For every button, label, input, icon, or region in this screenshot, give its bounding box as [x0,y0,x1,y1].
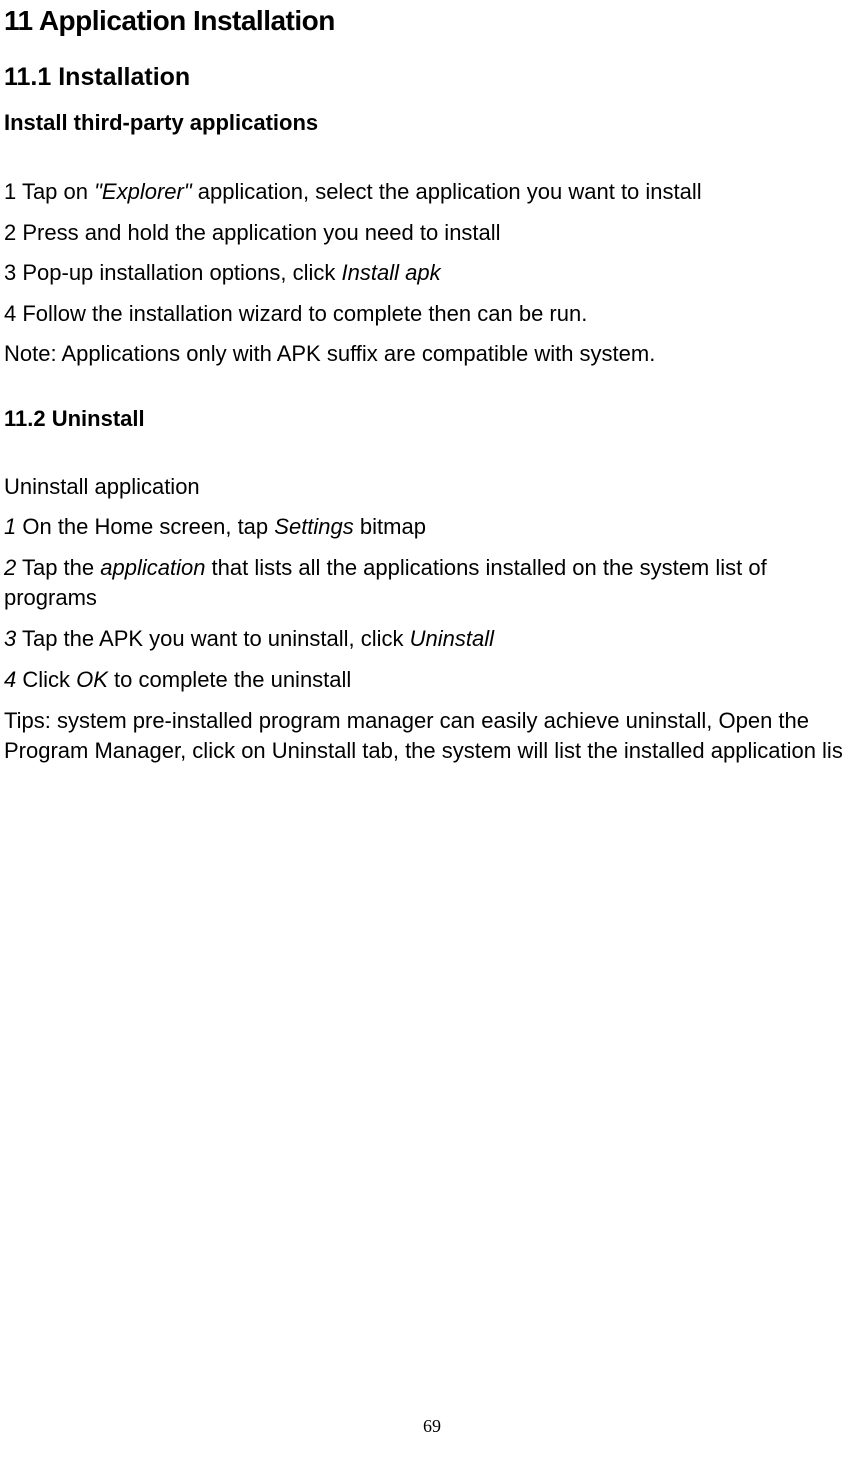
italic-text: "Explorer" [94,179,192,204]
text: 3 Pop-up installation options, click [4,260,342,285]
subsection-subtitle: Install third-party applications [4,110,860,136]
text: application, select the application you … [192,179,702,204]
uninstall-step-3: 3 Tap the APK you want to uninstall, cli… [4,625,860,653]
italic-text: application [100,555,205,580]
italic-text: Settings [274,514,354,539]
uninstall-tips: Tips: system pre-installed program manag… [4,706,860,765]
italic-text: OK [76,667,108,692]
text: bitmap [354,514,426,539]
document-page: 11 Application Installation 11.1 Install… [0,0,860,766]
text: On the Home screen, tap [16,514,274,539]
install-step-3: 3 Pop-up installation options, click Ins… [4,259,860,287]
section-heading: 11 Application Installation [4,5,860,37]
step-number: 3 [4,626,16,651]
text: Tap the APK you want to uninstall, click [16,626,409,651]
text: to complete the uninstall [108,667,351,692]
step-number: 4 [4,667,16,692]
text: 1 Tap on [4,179,94,204]
install-step-4: 4 Follow the installation wizard to comp… [4,300,860,328]
page-number: 69 [0,1416,864,1437]
install-step-1: 1 Tap on "Explorer" application, select … [4,178,860,206]
uninstall-step-1: 1 On the Home screen, tap Settings bitma… [4,513,860,541]
text: Click [16,667,76,692]
install-note: Note: Applications only with APK suffix … [4,340,860,368]
subsection-heading: 11.2 Uninstall [4,406,860,432]
uninstall-step-4: 4 Click OK to complete the uninstall [4,666,860,694]
text: Tap the [16,555,100,580]
subsection-heading: 11.1 Installation [4,63,860,92]
italic-text: Install apk [342,260,441,285]
subsection-subtitle: Uninstall application [4,474,860,500]
step-number: 1 [4,514,16,539]
step-number: 2 [4,555,16,580]
uninstall-step-2: 2 Tap the application that lists all the… [4,553,860,612]
italic-text: Uninstall [410,626,494,651]
install-step-2: 2 Press and hold the application you nee… [4,219,860,247]
